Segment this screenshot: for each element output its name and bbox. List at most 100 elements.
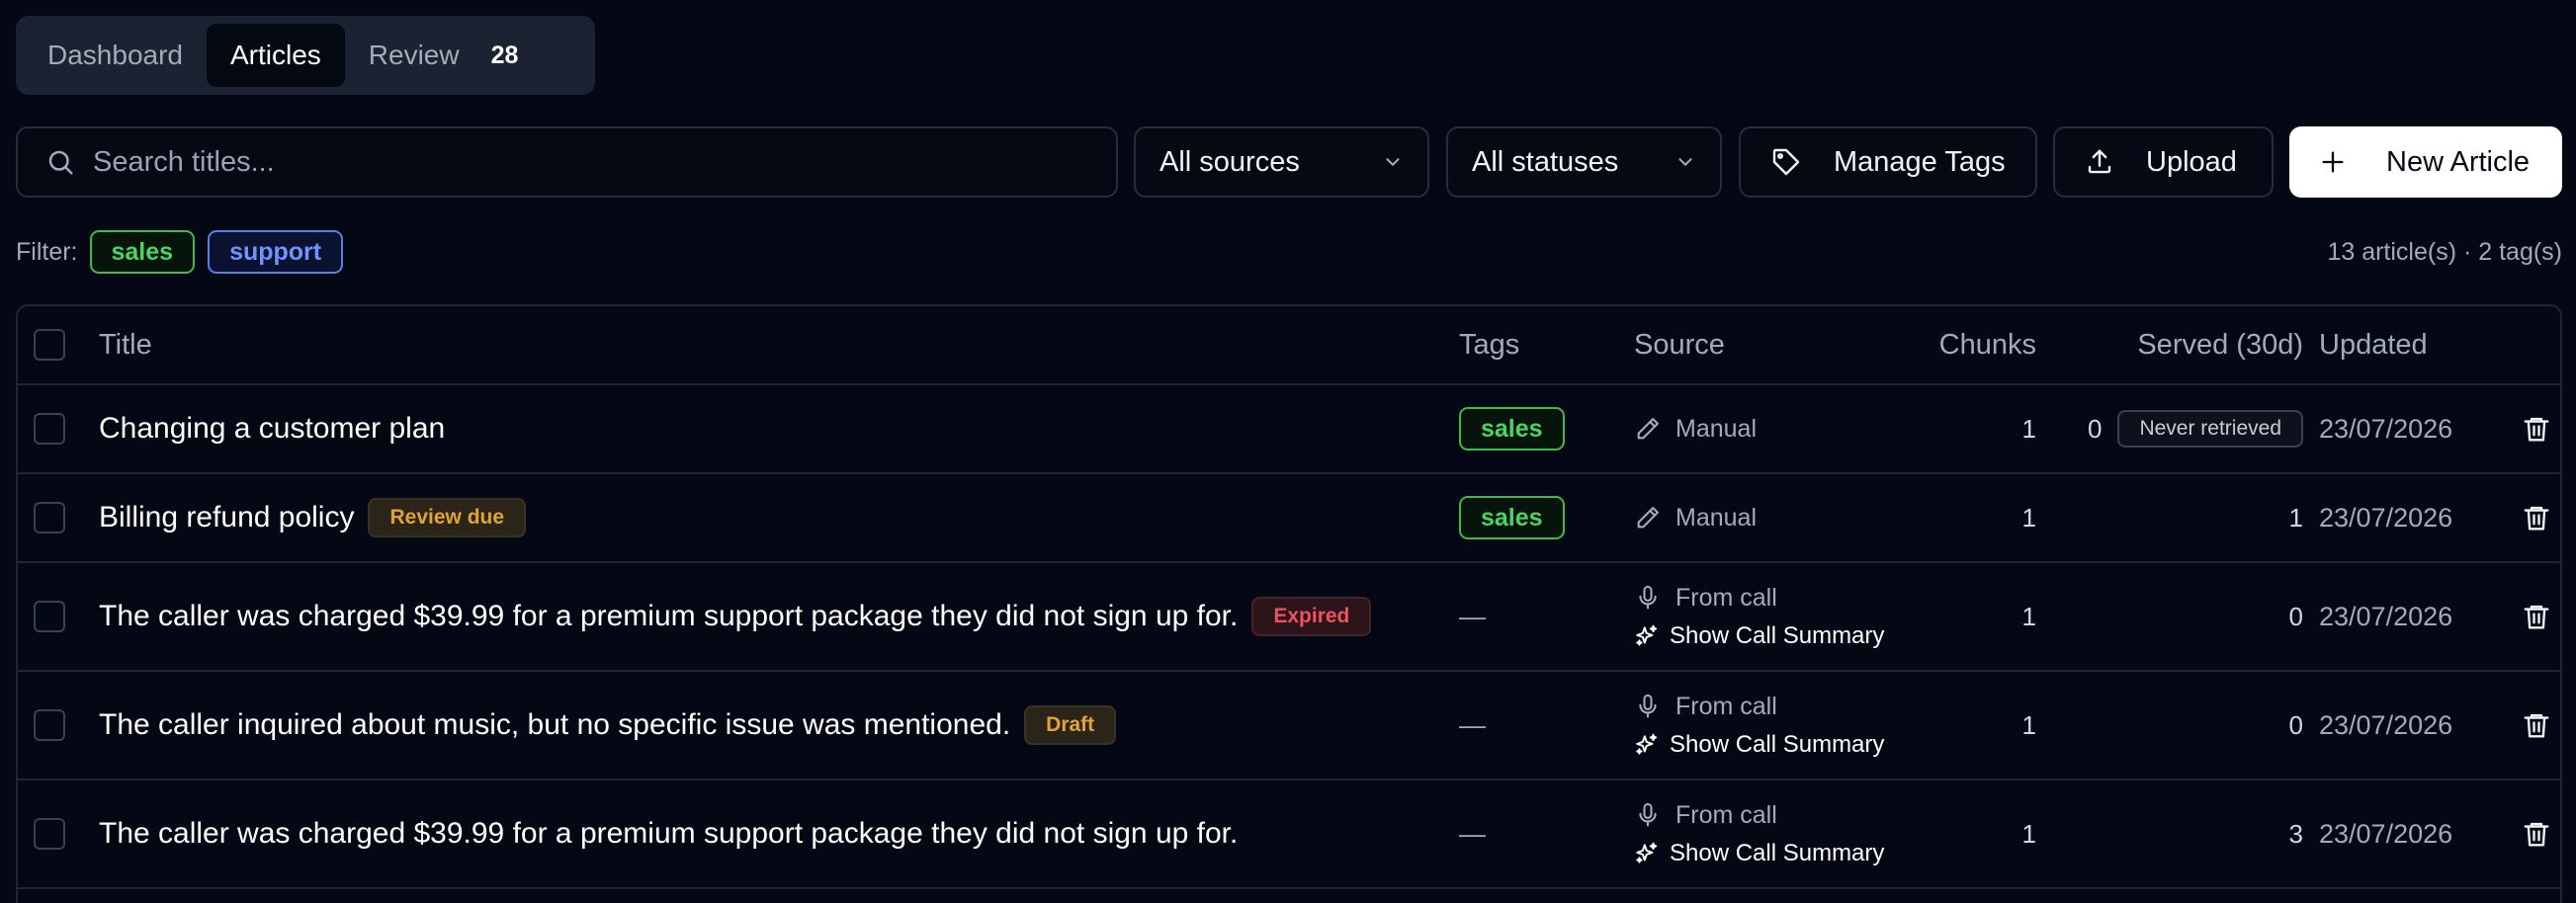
source-cell: From call Show Call Summary — [1634, 563, 1931, 670]
upload-button[interactable]: Upload — [2053, 126, 2274, 198]
pencil-icon — [1634, 504, 1662, 532]
show-call-summary-link[interactable]: Show Call Summary — [1634, 622, 1884, 650]
tags-cell: — — [1459, 780, 1627, 887]
chevron-down-icon — [1382, 151, 1404, 173]
expired-badge: Expired — [1251, 597, 1372, 636]
served-value: 1 — [2288, 502, 2303, 533]
source-cell: Manual — [1634, 385, 1931, 472]
tab-review[interactable]: Review 28 — [345, 24, 543, 87]
chevron-down-icon — [1674, 151, 1696, 173]
header-updated[interactable]: Updated — [2319, 306, 2477, 383]
header-source: Source — [1634, 328, 1725, 361]
served-value: 0 — [2288, 601, 2303, 631]
select-all-cell — [34, 306, 73, 383]
tags-cell: — — [1459, 672, 1627, 779]
updated-value: 23/07/2026 — [2319, 818, 2453, 849]
upload-icon — [2085, 147, 2114, 177]
select-all-checkbox[interactable] — [34, 329, 65, 361]
results-summary: 13 article(s) · 2 tag(s) — [2327, 237, 2562, 266]
article-title: The caller was charged $39.99 for a prem… — [99, 780, 1443, 887]
actions-cell — [2517, 672, 2556, 779]
show-call-summary-label: Show Call Summary — [1670, 621, 1885, 649]
source-cell: From call Show Call Summary — [1634, 780, 1931, 887]
article-title-text[interactable]: Changing a customer plan — [99, 412, 445, 446]
sources-select-value: All sources — [1159, 145, 1300, 178]
microphone-icon — [1634, 693, 1662, 720]
manage-tags-label: Manage Tags — [1834, 145, 2006, 178]
manage-tags-button[interactable]: Manage Tags — [1739, 126, 2037, 198]
pencil-icon — [1634, 415, 1662, 443]
row-checkbox[interactable] — [34, 818, 65, 850]
no-tags-dash: — — [1459, 601, 1486, 631]
source-label: From call — [1675, 692, 1777, 720]
articles-table: Title Tags Source Chunks Served (30d) Up… — [16, 304, 2562, 903]
actions-cell — [2517, 780, 2556, 887]
trash-icon[interactable] — [2522, 503, 2551, 533]
search-box — [16, 126, 1118, 198]
plus-icon — [2319, 148, 2347, 176]
header-chunks[interactable]: Chunks — [1896, 306, 2036, 383]
microphone-icon — [1634, 801, 1662, 829]
table-row[interactable]: Billing refund policy Review due sales M… — [18, 474, 2560, 563]
tab-articles[interactable]: Articles — [206, 24, 345, 87]
row-checkbox[interactable] — [34, 601, 65, 632]
trash-icon[interactable] — [2522, 710, 2551, 740]
actions-cell — [2517, 474, 2556, 561]
updated-value: 23/07/2026 — [2319, 413, 2453, 444]
article-title-text[interactable]: Billing refund policy — [99, 501, 354, 534]
table-row[interactable]: The caller was charged $39.99 for a prem… — [18, 563, 2560, 672]
tag-pill-sales[interactable]: sales — [1459, 407, 1565, 451]
chunks-value: 1 — [2021, 502, 2036, 533]
no-tags-dash: — — [1459, 709, 1486, 740]
tab-dashboard[interactable]: Dashboard — [24, 24, 207, 87]
header-served[interactable]: Served (30d) — [2054, 306, 2303, 383]
row-checkbox[interactable] — [34, 413, 65, 445]
chunks-value: 1 — [2021, 709, 2036, 740]
show-call-summary-label: Show Call Summary — [1670, 839, 1885, 866]
tag-icon — [1770, 146, 1802, 178]
filter-chip-support[interactable]: support — [208, 230, 344, 274]
source-cell: From call Show Call Summary — [1634, 672, 1931, 779]
source-label: Manual — [1675, 414, 1757, 443]
source-cell: Manual — [1634, 474, 1931, 561]
served-value: 3 — [2288, 818, 2303, 849]
article-title-text[interactable]: The caller was charged $39.99 for a prem… — [99, 817, 1238, 851]
statuses-select[interactable]: All statuses — [1446, 126, 1722, 198]
show-call-summary-link[interactable]: Show Call Summary — [1634, 731, 1884, 759]
review-count-badge: 28 — [490, 41, 519, 69]
review-due-badge: Review due — [368, 498, 527, 537]
updated-value: 23/07/2026 — [2319, 601, 2453, 631]
article-title-text[interactable]: The caller was charged $39.99 for a prem… — [99, 600, 1238, 633]
trash-icon[interactable] — [2522, 414, 2551, 444]
filter-chip-sales[interactable]: sales — [89, 230, 196, 274]
tab-label: Dashboard — [47, 40, 183, 70]
row-select-cell — [34, 385, 73, 472]
search-input[interactable] — [93, 145, 1062, 179]
row-checkbox[interactable] — [34, 709, 65, 741]
chunks-value: 1 — [2021, 601, 2036, 631]
statuses-select-value: All statuses — [1472, 145, 1619, 178]
article-title: The caller was charged $39.99 for a prem… — [99, 563, 1443, 670]
table-row[interactable]: The caller inquired about music, but no … — [18, 672, 2560, 780]
row-select-cell — [34, 474, 73, 561]
trash-icon[interactable] — [2522, 819, 2551, 849]
no-tags-dash: — — [1459, 818, 1486, 849]
header-tags: Tags — [1459, 328, 1520, 361]
sources-select[interactable]: All sources — [1134, 126, 1429, 198]
header-title[interactable]: Title — [99, 306, 1443, 383]
sparkles-icon — [1634, 623, 1660, 649]
never-retrieved-badge: Never retrieved — [2117, 410, 2303, 448]
updated-value: 23/07/2026 — [2319, 502, 2453, 533]
row-checkbox[interactable] — [34, 502, 65, 534]
microphone-icon — [1634, 584, 1662, 612]
new-article-button[interactable]: New Article — [2289, 126, 2562, 198]
article-title-text[interactable]: The caller inquired about music, but no … — [99, 708, 1010, 742]
table-row[interactable]: The caller was charged $39.99 for a prem… — [18, 780, 2560, 889]
served-value: 0 — [2087, 413, 2103, 444]
trash-icon[interactable] — [2522, 602, 2551, 631]
tag-pill-sales[interactable]: sales — [1459, 496, 1565, 539]
updated-value: 23/07/2026 — [2319, 709, 2453, 740]
table-row[interactable]: Changing a customer plan sales Manual 1 … — [18, 385, 2560, 474]
show-call-summary-link[interactable]: Show Call Summary — [1634, 840, 1884, 867]
tags-cell: sales — [1459, 474, 1627, 561]
